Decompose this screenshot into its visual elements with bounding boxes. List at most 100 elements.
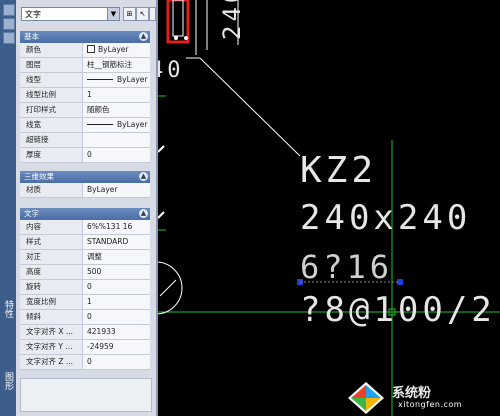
leader-line bbox=[199, 57, 301, 157]
toggle-pickadd-icon[interactable]: ⊞ bbox=[123, 7, 136, 21]
property-key: 旋转 bbox=[20, 280, 83, 294]
column-inner-outline bbox=[172, 0, 184, 37]
property-value[interactable]: 0 bbox=[83, 148, 150, 162]
windows-logo-icon bbox=[348, 382, 384, 414]
property-key: 线宽 bbox=[20, 118, 83, 132]
axis-bubble bbox=[155, 261, 183, 315]
property-row[interactable]: 高度 500 bbox=[20, 265, 150, 280]
property-key: 颜色 bbox=[20, 43, 83, 57]
property-row[interactable]: 样式 STANDARD bbox=[20, 235, 150, 250]
property-key: 样式 bbox=[20, 235, 83, 249]
property-key: 高度 bbox=[20, 265, 83, 279]
property-value[interactable]: 柱__钢筋标注 bbox=[83, 58, 150, 72]
property-key: 倾斜 bbox=[20, 310, 83, 324]
quick-select-icon[interactable] bbox=[149, 7, 156, 21]
property-value[interactable]: 0 bbox=[83, 355, 150, 369]
property-key: 线型 bbox=[20, 73, 83, 87]
property-row[interactable]: 颜色 ByLayer bbox=[20, 43, 150, 58]
watermark: 系统粉 xitongfen.com bbox=[338, 380, 500, 416]
property-row[interactable]: 线宽 ByLayer bbox=[20, 118, 150, 133]
property-value[interactable]: STANDARD bbox=[83, 235, 150, 249]
property-value[interactable] bbox=[83, 133, 150, 147]
property-value[interactable]: 421933 bbox=[83, 325, 150, 339]
object-type-value: 文字 bbox=[25, 10, 41, 19]
rebar-dot bbox=[184, 36, 188, 40]
cad-dimension-text: 240 bbox=[218, 0, 246, 40]
collapse-icon[interactable]: ▲ bbox=[139, 209, 148, 218]
section-title: 三维效果 bbox=[24, 172, 54, 181]
linetype-preview-icon bbox=[87, 79, 113, 80]
property-row[interactable]: 对正 调整 bbox=[20, 250, 150, 265]
property-row[interactable]: 线型 ByLayer bbox=[20, 73, 150, 88]
watermark-title: 系统粉 bbox=[392, 386, 432, 401]
property-row[interactable]: 图层 柱__钢筋标注 bbox=[20, 58, 150, 73]
property-value[interactable]: 500 bbox=[83, 265, 150, 279]
section-header[interactable]: 基本 ▲ bbox=[20, 31, 150, 43]
property-row[interactable]: 打印样式 随颜色 bbox=[20, 103, 150, 118]
property-row[interactable]: 材质 ByLayer bbox=[20, 183, 150, 198]
property-value[interactable]: 0 bbox=[83, 280, 150, 294]
cad-rebar-text[interactable]: 6?16 bbox=[300, 248, 393, 286]
cad-stirrup-text[interactable]: ?8@100/2 bbox=[300, 290, 496, 330]
property-key: 文字对齐 Z ... bbox=[20, 355, 83, 369]
property-key: 对正 bbox=[20, 250, 83, 264]
property-value[interactable]: 调整 bbox=[83, 250, 150, 264]
watermark-url: xitongfen.com bbox=[398, 400, 463, 409]
lineweight-preview-icon bbox=[87, 124, 113, 125]
property-row[interactable]: 宽度比例 1 bbox=[20, 295, 150, 310]
property-row[interactable]: 线型比例 1 bbox=[20, 88, 150, 103]
property-row[interactable]: 倾斜 0 bbox=[20, 310, 150, 325]
property-value[interactable]: 随颜色 bbox=[83, 103, 150, 117]
property-value[interactable]: ByLayer bbox=[83, 43, 150, 57]
property-value[interactable]: 1 bbox=[83, 295, 150, 309]
section-title: 文字 bbox=[24, 209, 39, 218]
property-key: 图层 bbox=[20, 58, 83, 72]
property-key: 打印样式 bbox=[20, 103, 83, 117]
property-row[interactable]: 旋转 0 bbox=[20, 280, 150, 295]
property-row[interactable]: 厚度 0 bbox=[20, 148, 150, 163]
section-text: 文字 ▲ 内容 6%%131 16 样式 STANDARD 对正 调整 高度 500 旋… bbox=[20, 208, 150, 370]
break-mark bbox=[157, 145, 165, 153]
property-value[interactable]: ByLayer bbox=[83, 183, 150, 197]
palette-strip[interactable]: 特性 图形 bbox=[0, 0, 17, 416]
autohide-icon[interactable] bbox=[3, 18, 15, 30]
section-header[interactable]: 三维效果 ▲ bbox=[20, 171, 150, 183]
section-basic: 基本 ▲ 颜色 ByLayer 图层 柱__钢筋标注 线型 ByLayer 线型比例 1… bbox=[20, 31, 150, 163]
property-row[interactable]: 内容 6%%131 16 bbox=[20, 220, 150, 235]
select-objects-icon[interactable]: ↖ bbox=[136, 7, 149, 21]
palette-properties-icon[interactable] bbox=[3, 32, 15, 44]
object-type-selector[interactable]: 文字 ▼ bbox=[21, 7, 120, 21]
close-icon[interactable] bbox=[3, 4, 15, 16]
property-key: 文字对齐 Y ... bbox=[20, 340, 83, 354]
property-key: 宽度比例 bbox=[20, 295, 83, 309]
property-row[interactable]: 文字对齐 Z ... 0 bbox=[20, 355, 150, 370]
description-area bbox=[20, 378, 152, 412]
cad-section-size[interactable]: 240x240 bbox=[300, 198, 471, 238]
property-key: 线型比例 bbox=[20, 88, 83, 102]
properties-toolbar: 文字 ▼ ⊞ ↖ bbox=[16, 0, 156, 26]
property-row[interactable]: 文字对齐 X ... 421933 bbox=[20, 325, 150, 340]
section-header[interactable]: 文字 ▲ bbox=[20, 208, 150, 220]
property-row[interactable]: 文字对齐 Y ... -24959 bbox=[20, 340, 150, 355]
rebar-dot bbox=[174, 36, 178, 40]
collapse-icon[interactable]: ▲ bbox=[139, 32, 148, 41]
property-value[interactable]: 0 bbox=[83, 310, 150, 324]
palette-title: 特性 bbox=[3, 300, 13, 318]
property-value[interactable]: -24959 bbox=[83, 340, 150, 354]
property-key: 内容 bbox=[20, 220, 83, 234]
section-title: 基本 bbox=[24, 32, 39, 41]
chevron-down-icon[interactable]: ▼ bbox=[107, 8, 119, 20]
cad-column-label[interactable]: KZ2 bbox=[300, 150, 377, 191]
palette-subtitle: 图形 bbox=[3, 372, 13, 390]
property-key: 厚度 bbox=[20, 148, 83, 162]
property-row[interactable]: 超链接 bbox=[20, 133, 150, 148]
properties-panel: 文字 ▼ ⊞ ↖ 基本 ▲ 颜色 ByLayer 图层 柱__钢筋标注 线型 ByLa… bbox=[16, 0, 158, 416]
collapse-icon[interactable]: ▲ bbox=[139, 172, 148, 181]
property-key: 文字对齐 X ... bbox=[20, 325, 83, 339]
property-key: 材质 bbox=[20, 183, 83, 197]
property-value[interactable]: 6%%131 16 bbox=[83, 220, 150, 234]
property-value[interactable]: ByLayer bbox=[83, 73, 150, 87]
break-mark bbox=[157, 211, 165, 219]
property-value[interactable]: 1 bbox=[83, 88, 150, 102]
property-value[interactable]: ByLayer bbox=[83, 118, 150, 132]
